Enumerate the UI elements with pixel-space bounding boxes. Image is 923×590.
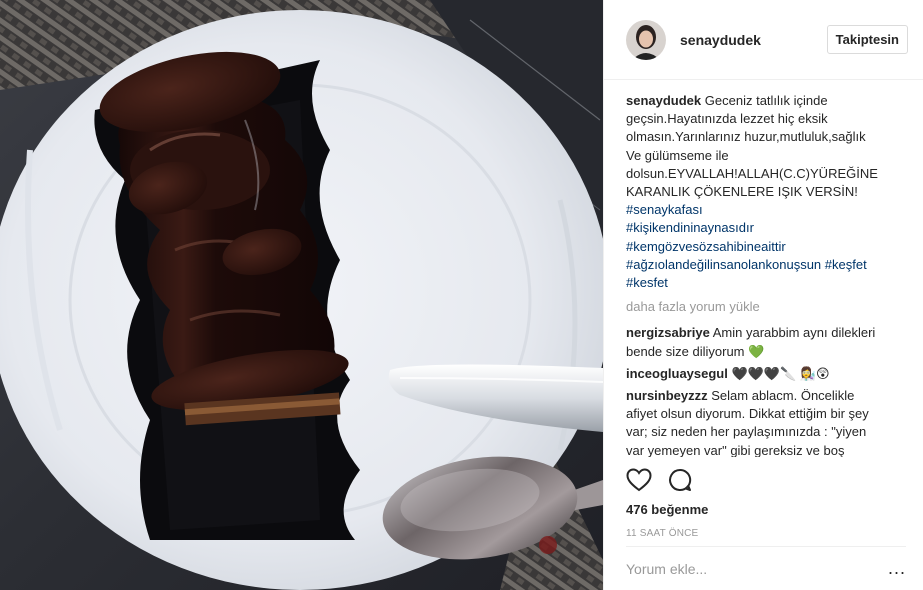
- like-count[interactable]: 476 beğenme: [626, 502, 708, 517]
- comment-text: Amin yarabbim aynı dilekleri: [712, 325, 876, 341]
- hashtag-link[interactable]: #kesfet: [626, 274, 904, 292]
- comment-item: nursinbeyzzz Selam ablacm. Öncelikle afi…: [626, 387, 904, 457]
- caption-line: dolsun.EYVALLAH!ALLAH(C.C)YÜREĞİNE: [626, 165, 878, 181]
- heart-outline-icon[interactable]: [626, 468, 652, 492]
- caption-line: geçsin.Hayatınızda lezzet hiç eksik: [626, 111, 828, 127]
- caption-username[interactable]: senaydudek: [626, 93, 701, 108]
- comment-text: afiyet olsun diyorum. Dikkat ettiğim bir…: [626, 406, 869, 422]
- caption-line: Ve gülümseme ile: [626, 147, 729, 163]
- comment-item: nergizsabriye Amin yarabbim aynı dilekle…: [626, 324, 904, 360]
- ellipsis-icon[interactable]: ...: [888, 558, 906, 579]
- green-heart-emoji: 💚: [748, 343, 765, 359]
- post-photo[interactable]: [0, 0, 603, 590]
- hashtag-link[interactable]: #kişikendininaynasıdır: [626, 219, 904, 237]
- comment-username[interactable]: nursinbeyzzz: [626, 388, 708, 403]
- post-side-panel: senaydudek Takiptesin senaydudek Geceniz…: [603, 0, 923, 590]
- instagram-post-view: senaydudek Takiptesin senaydudek Geceniz…: [0, 0, 923, 590]
- comment-text: var yemeyen var" gibi gereksiz ve boş: [626, 442, 845, 457]
- hashtag-link[interactable]: #kemgözvesözsahibineaittir: [626, 238, 904, 256]
- caption-line: olmasın.Yarınlarınız huzur,mutluluk,sağl…: [626, 129, 866, 145]
- comment-text: var; siz neden her paylaşımınızda : "yiy…: [626, 424, 867, 440]
- caption-line: Geceniz tatlılık içinde: [704, 93, 828, 108]
- post-header: senaydudek Takiptesin: [604, 0, 923, 80]
- post-caption: senaydudek Geceniz tatlılık içinde geçsi…: [626, 92, 904, 292]
- comment-list: senaydudek Geceniz tatlılık içinde geçsi…: [626, 92, 904, 457]
- avatar[interactable]: [626, 19, 666, 60]
- comment-text: Selam ablacm. Öncelikle: [711, 388, 855, 404]
- dessert-photo-illustration: [0, 0, 603, 590]
- comment-username[interactable]: inceogluaysegul: [626, 366, 728, 381]
- post-actions: [626, 466, 692, 494]
- comment-username[interactable]: nergizsabriye: [626, 325, 710, 340]
- author-username[interactable]: senaydudek: [680, 32, 827, 48]
- add-comment-bar: ...: [626, 546, 906, 590]
- caption-line: KARANLIK ÇÖKENLERE IŞIK VERSİN!: [626, 184, 858, 200]
- speech-bubble-icon[interactable]: [668, 468, 692, 492]
- comment-item: inceogluaysegul 🖤🖤🖤🔪 👩‍🔬😲: [626, 365, 904, 383]
- load-more-comments-link[interactable]: daha fazla yorum yükle: [626, 298, 904, 316]
- hashtag-link[interactable]: #senaykafası: [626, 201, 904, 219]
- comment-text: 🖤🖤🖤🔪 👩‍🔬😲: [731, 365, 830, 381]
- hashtag-link[interactable]: #ağzıolandeğilinsanolankonuşsun #keşfet: [626, 256, 904, 274]
- profile-photo-icon: [626, 19, 666, 60]
- following-button[interactable]: Takiptesin: [826, 25, 908, 54]
- comment-text: bende size diliyorum: [626, 343, 745, 359]
- post-timestamp: 11 SAAT ÖNCE: [626, 528, 699, 539]
- comment-input[interactable]: [626, 560, 888, 577]
